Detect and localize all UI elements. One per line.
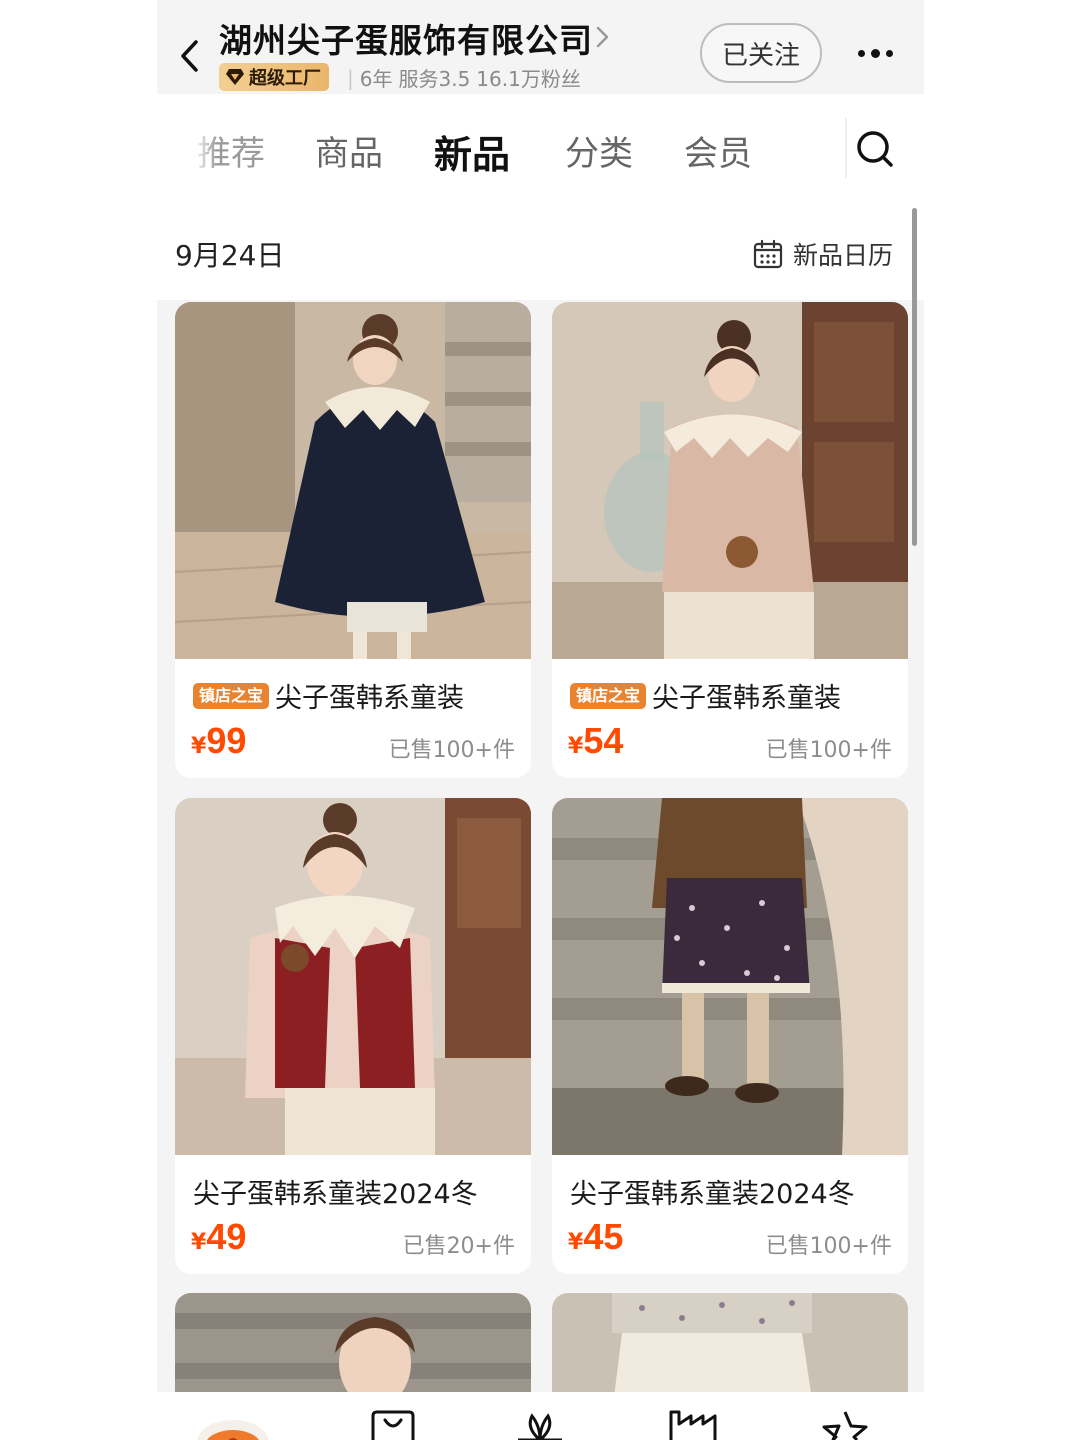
sold-count: 已售20+件 <box>402 1234 515 1259</box>
girl-on-stairs-photo <box>175 1293 531 1392</box>
shop-fans: 16.1万粉丝 <box>476 67 581 91</box>
featured-tag: 镇店之宝 <box>570 682 647 709</box>
girl-red-fleece-vest-photo <box>175 798 531 1155</box>
product-card[interactable]: 尖子蛋韩系童装2024冬 ¥49 已售20+件 <box>175 798 531 1274</box>
super-factory-badge: 超级工厂 <box>219 63 329 91</box>
product-card[interactable]: 镇店之宝 尖子蛋韩系童装 ¥99 已售100+件 <box>175 302 531 778</box>
shop-service-score: 服务3.5 <box>398 67 471 91</box>
product-title: 尖子蛋韩系童装2024冬 <box>193 1179 478 1210</box>
product-price: ¥45 <box>568 1216 623 1258</box>
price-value: 49 <box>206 1216 247 1257</box>
shop-years: 6年 <box>359 67 393 91</box>
product-title: 尖子蛋韩系童装 <box>652 683 842 714</box>
price-value: 45 <box>583 1216 624 1257</box>
product-card-partial[interactable] <box>552 1293 908 1392</box>
product-image[interactable] <box>175 798 531 1155</box>
calendar-icon <box>753 239 783 269</box>
product-image[interactable] <box>552 798 908 1155</box>
date-label: 9月24日 <box>175 239 285 272</box>
product-title-row[interactable]: 镇店之宝 尖子蛋韩系童装 <box>193 676 464 715</box>
featured-tag: 镇店之宝 <box>193 682 270 709</box>
chevron-right-icon[interactable] <box>592 22 614 52</box>
calendar-label: 新品日历 <box>793 241 894 270</box>
sold-count: 已售100+件 <box>765 1234 892 1259</box>
price-value: 54 <box>583 720 624 761</box>
floral-cream-skirt-photo <box>552 1293 908 1392</box>
date-row: 9月24日 新品日历 <box>157 208 924 300</box>
shop-meta: | 6年 服务3.5 16.1万粉丝 <box>347 63 581 92</box>
product-image[interactable] <box>175 302 531 659</box>
bottom-navigation <box>157 1392 924 1440</box>
product-card[interactable]: 尖子蛋韩系童装2024冬 ¥45 已售100+件 <box>552 798 908 1274</box>
more-button[interactable] <box>849 36 901 70</box>
price-value: 99 <box>206 720 247 761</box>
flower-icon[interactable] <box>512 1408 568 1440</box>
shop-avatar-icon[interactable] <box>197 1408 269 1440</box>
tab-members[interactable]: 会员 <box>684 126 752 175</box>
new-arrivals-calendar-link[interactable]: 新品日历 <box>753 236 893 272</box>
shop-page: 湖州尖子蛋服饰有限公司 超级工厂 | 6年 服务3.5 16.1万粉丝 已关注 … <box>157 0 924 1440</box>
search-icon[interactable] <box>854 128 896 170</box>
product-card-partial[interactable] <box>175 1293 531 1392</box>
back-chevron-icon <box>181 40 198 72</box>
shop-name[interactable]: 湖州尖子蛋服饰有限公司 <box>219 14 593 62</box>
sold-count: 已售100+件 <box>765 738 892 763</box>
shop-tabs: 推荐 商品 新品 分类 会员 <box>157 94 924 208</box>
product-price: ¥54 <box>568 720 623 762</box>
meta-separator: | <box>347 65 354 90</box>
factory-icon[interactable] <box>665 1408 721 1440</box>
tab-categories[interactable]: 分类 <box>565 126 633 175</box>
product-title-row[interactable]: 尖子蛋韩系童装2024冬 <box>193 1172 478 1211</box>
more-dots-icon <box>857 48 893 58</box>
product-price: ¥49 <box>191 1216 246 1258</box>
price-symbol: ¥ <box>568 1230 584 1255</box>
badge-label: 超级工厂 <box>249 68 321 89</box>
girl-black-cape-coat-photo <box>175 302 531 659</box>
product-card[interactable]: 镇店之宝 尖子蛋韩系童装 ¥54 已售100+件 <box>552 302 908 778</box>
new-arrivals-feed[interactable]: 9月24日 新品日历 镇店之宝 尖子蛋韩系童装 ¥99 已售100+件 镇店之宝… <box>157 208 924 1392</box>
product-title-row[interactable]: 尖子蛋韩系童装2024冬 <box>570 1172 855 1211</box>
floral-skirt-on-stairs-photo <box>552 798 908 1155</box>
diamond-icon <box>226 69 244 85</box>
girl-pink-blouse-photo <box>552 302 908 659</box>
price-symbol: ¥ <box>568 734 584 759</box>
price-symbol: ¥ <box>191 734 207 759</box>
product-image[interactable] <box>552 302 908 659</box>
sold-count: 已售100+件 <box>388 738 515 763</box>
product-title-row[interactable]: 镇店之宝 尖子蛋韩系童装 <box>570 676 841 715</box>
price-symbol: ¥ <box>191 1230 207 1255</box>
back-button[interactable] <box>169 28 209 84</box>
tab-new-arrivals[interactable]: 新品 <box>434 124 510 179</box>
shop-header: 湖州尖子蛋服饰有限公司 超级工厂 | 6年 服务3.5 16.1万粉丝 已关注 <box>157 0 924 94</box>
product-title: 尖子蛋韩系童装 <box>275 683 465 714</box>
star-icon[interactable] <box>817 1408 873 1440</box>
shopping-bag-icon[interactable] <box>365 1408 421 1440</box>
scrollbar[interactable] <box>912 208 917 546</box>
product-title: 尖子蛋韩系童装2024冬 <box>570 1179 855 1210</box>
follow-button[interactable]: 已关注 <box>700 23 822 83</box>
product-price: ¥99 <box>191 720 246 762</box>
tab-divider <box>845 118 847 178</box>
tab-products[interactable]: 商品 <box>315 126 383 175</box>
tab-fade-overlay <box>195 114 217 184</box>
